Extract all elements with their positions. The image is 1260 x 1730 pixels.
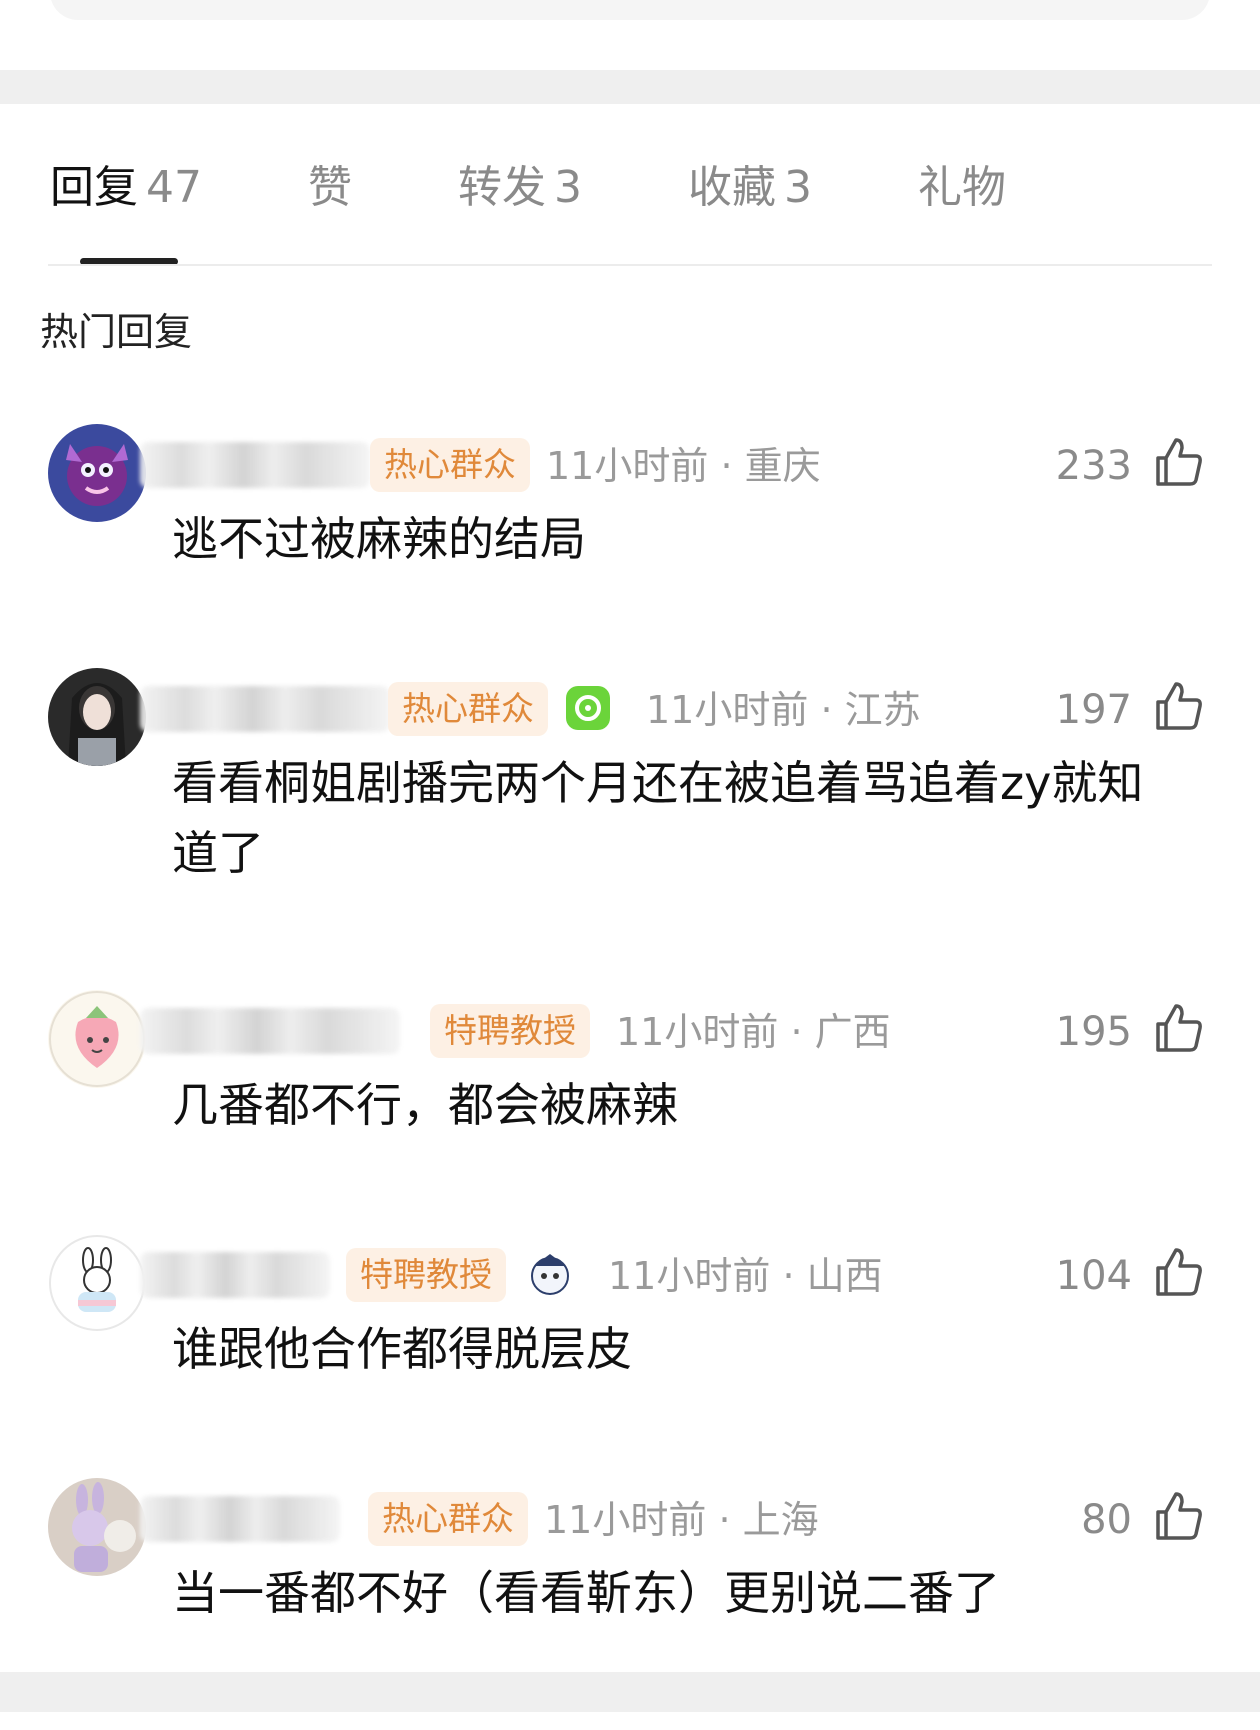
username-blurred[interactable] — [140, 686, 390, 732]
username-blurred[interactable] — [140, 1496, 340, 1542]
thumbs-up-icon[interactable] — [1150, 1000, 1206, 1056]
avatar[interactable] — [48, 424, 146, 522]
comment-location: 重庆 — [744, 444, 821, 488]
comment-location: 上海 — [742, 1498, 819, 1542]
section-separator — [0, 70, 1260, 104]
tab-favorites-label: 收藏 — [688, 162, 776, 213]
tab-reposts-count: 3 — [554, 162, 582, 213]
comment-text: 看看桐姐剧播完两个月还在被追着骂追着zy就知道了 — [172, 756, 1144, 880]
tab-reposts-label: 转发 — [458, 162, 546, 213]
interaction-tabs: 回复 47 赞 转发 3 收藏 3 礼物 — [50, 158, 1210, 218]
tab-reposts[interactable]: 转发 3 — [458, 158, 582, 218]
tab-favorites-count: 3 — [784, 162, 812, 213]
tab-gifts[interactable]: 礼物 — [918, 158, 1006, 218]
green-member-icon — [562, 682, 614, 734]
avatar[interactable] — [48, 668, 146, 766]
comment-location: 江苏 — [844, 688, 921, 732]
user-badge: 特聘教授 — [346, 1248, 506, 1302]
like-count: 233 — [1055, 443, 1132, 489]
comment-meta: 11小时前 · 上海 — [544, 1492, 819, 1548]
tab-gifts-label: 礼物 — [918, 162, 1006, 213]
user-badge: 特聘教授 — [430, 1004, 590, 1058]
comment-time: 11小时前 — [646, 688, 809, 732]
username-blurred[interactable] — [140, 1252, 330, 1298]
comment-location: 山西 — [806, 1254, 883, 1298]
cartoon-emblem-icon — [524, 1248, 576, 1300]
comment-meta: 11小时前 · 山西 — [608, 1248, 883, 1304]
thumbs-up-icon[interactable] — [1150, 1488, 1206, 1544]
tab-replies[interactable]: 回复 47 — [50, 158, 202, 218]
user-badge: 热心群众 — [368, 1492, 528, 1546]
comment-time: 11小时前 — [608, 1254, 771, 1298]
like-count: 80 — [1081, 1497, 1132, 1543]
comment-meta: 11小时前 · 重庆 — [546, 438, 821, 494]
comment-text: 几番都不行，都会被麻辣 — [172, 1078, 678, 1132]
thumbs-up-icon[interactable] — [1150, 1244, 1206, 1300]
bottom-spacer — [0, 1712, 1260, 1730]
tab-favorites[interactable]: 收藏 3 — [688, 158, 812, 218]
thumbs-up-icon[interactable] — [1150, 678, 1206, 734]
comment-time: 11小时前 — [616, 1010, 779, 1054]
comment-text: 逃不过被麻辣的结局 — [172, 512, 586, 566]
comment-time: 11小时前 — [544, 1498, 707, 1542]
username-blurred[interactable] — [140, 442, 370, 488]
tab-likes-label: 赞 — [308, 162, 352, 213]
user-badge: 热心群众 — [388, 682, 548, 736]
like-count: 197 — [1055, 687, 1132, 733]
comment-meta: 11小时前 · 江苏 — [646, 682, 921, 738]
tab-likes[interactable]: 赞 — [308, 158, 352, 218]
tab-divider — [48, 264, 1212, 266]
comment-text: 当一番都不好（看看靳东）更别说二番了 — [172, 1566, 1000, 1620]
previous-card-edge — [50, 0, 1210, 20]
meta-separator: · — [708, 444, 745, 488]
thumbs-up-icon[interactable] — [1150, 434, 1206, 490]
meta-separator: · — [706, 1498, 743, 1542]
like-count: 104 — [1055, 1253, 1132, 1299]
comment-meta: 11小时前 · 广西 — [616, 1004, 891, 1060]
avatar[interactable] — [48, 990, 146, 1088]
user-badge: 热心群众 — [370, 438, 530, 492]
meta-separator: · — [778, 1010, 815, 1054]
bottom-separator — [0, 1672, 1260, 1712]
comment-location: 广西 — [814, 1010, 891, 1054]
avatar[interactable] — [48, 1234, 146, 1332]
meta-separator: · — [808, 688, 845, 732]
meta-separator: · — [770, 1254, 807, 1298]
like-count: 195 — [1055, 1009, 1132, 1055]
comment-text: 谁跟他合作都得脱层皮 — [172, 1322, 632, 1376]
avatar[interactable] — [48, 1478, 146, 1576]
comment-time: 11小时前 — [546, 444, 709, 488]
tab-replies-label: 回复 — [50, 162, 138, 213]
username-blurred[interactable] — [140, 1008, 400, 1054]
tab-replies-count: 47 — [146, 162, 202, 213]
section-title-hot-replies: 热门回复 — [40, 310, 193, 354]
comments-page: 回复 47 赞 转发 3 收藏 3 礼物 热门回复 热心群众 11小时前 · 重… — [0, 0, 1260, 1730]
